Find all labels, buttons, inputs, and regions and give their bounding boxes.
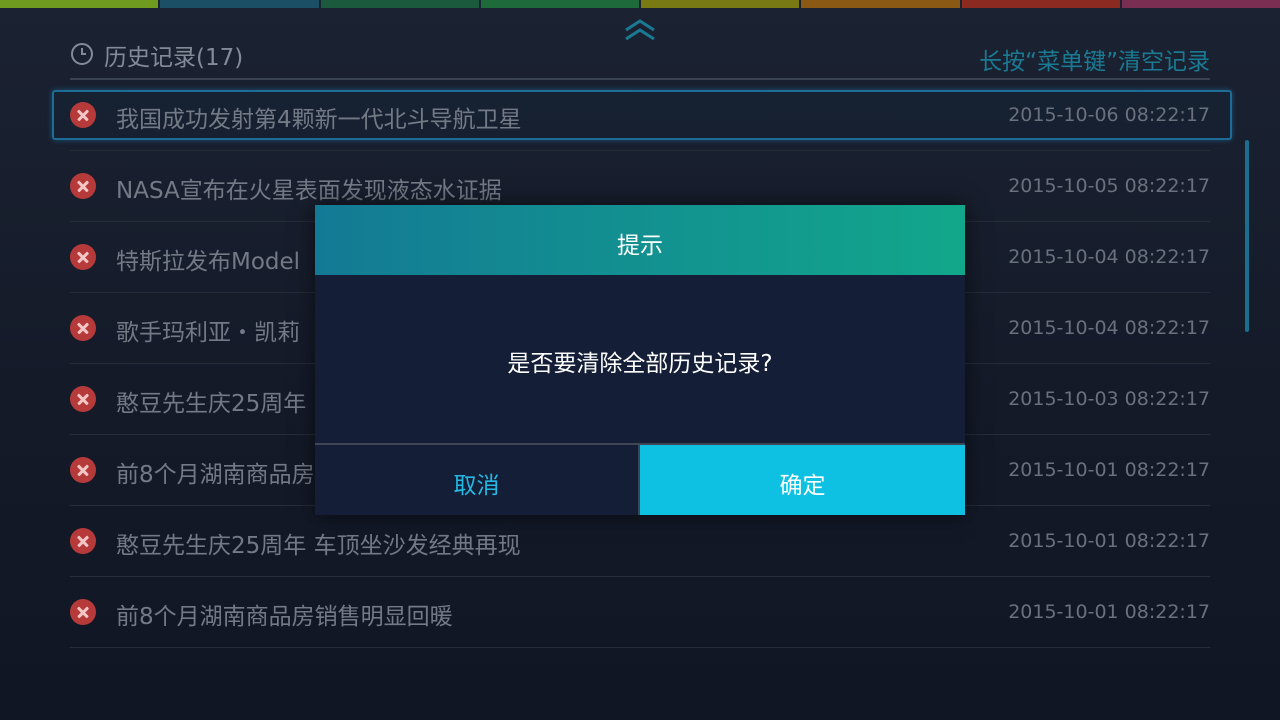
list-item[interactable]: 我国成功发射第4颗新一代北斗导航卫星 2015-10-06 08:22:17 [70, 80, 1210, 151]
category-tab[interactable] [801, 0, 960, 8]
delete-icon[interactable] [70, 528, 96, 554]
item-title: 前8个月湖南商品房销售明显回暖 [116, 604, 453, 630]
dialog-header: 提示 [315, 205, 965, 275]
delete-icon[interactable] [70, 599, 96, 625]
category-tab-strip [0, 0, 1280, 8]
category-tab[interactable] [480, 0, 639, 8]
delete-icon[interactable] [70, 457, 96, 483]
confirm-dialog: 提示 是否要清除全部历史记录? 取消 确定 [315, 205, 965, 515]
item-title: 我国成功发射第4颗新一代北斗导航卫星 [116, 107, 522, 133]
confirm-button-label: 确定 [779, 473, 826, 499]
confirm-button[interactable]: 确定 [640, 445, 965, 515]
item-title: 前8个月湖南商品房 [116, 462, 315, 488]
category-tab[interactable] [1121, 0, 1280, 8]
delete-icon[interactable] [70, 102, 96, 128]
item-time: 2015-10-01 08:22:17 [1008, 459, 1210, 481]
item-time: 2015-10-01 08:22:17 [1008, 530, 1210, 552]
category-tab[interactable] [961, 0, 1120, 8]
list-item[interactable]: 憨豆先生庆25周年 车顶坐沙发经典再现 2015-10-01 08:22:17 [70, 506, 1210, 577]
delete-icon[interactable] [70, 386, 96, 412]
dialog-title: 提示 [617, 233, 663, 259]
delete-icon[interactable] [70, 315, 96, 341]
item-title: 憨豆先生庆25周年 车顶坐沙发经典再现 [116, 533, 521, 559]
category-tab[interactable] [320, 0, 479, 8]
scrollbar[interactable] [1245, 140, 1249, 332]
item-time: 2015-10-06 08:22:17 [1008, 104, 1210, 126]
item-title: 特斯拉发布Model [116, 249, 301, 275]
clock-icon [71, 43, 93, 65]
cancel-button[interactable]: 取消 [315, 445, 640, 515]
item-title: 憨豆先生庆25周年 [116, 391, 307, 417]
item-title: 歌手玛利亚・凯莉 [116, 320, 300, 346]
delete-icon[interactable] [70, 244, 96, 270]
cancel-button-label: 取消 [453, 473, 500, 499]
history-title: 历史记录(17) [104, 45, 244, 71]
dialog-message: 是否要清除全部历史记录? [507, 351, 773, 377]
item-time: 2015-10-01 08:22:17 [1008, 601, 1210, 623]
item-time: 2015-10-05 08:22:17 [1008, 175, 1210, 197]
clear-hint: 长按“菜单键”清空记录 [979, 49, 1210, 75]
item-title: NASA宣布在火星表面发现液态水证据 [116, 178, 502, 204]
category-tab[interactable] [0, 0, 159, 8]
category-tab[interactable] [641, 0, 800, 8]
history-header: 历史记录(17) 长按“菜单键”清空记录 [70, 36, 1210, 80]
category-tab[interactable] [160, 0, 319, 8]
item-time: 2015-10-04 08:22:17 [1008, 317, 1210, 339]
delete-icon[interactable] [70, 173, 96, 199]
item-time: 2015-10-04 08:22:17 [1008, 246, 1210, 268]
item-time: 2015-10-03 08:22:17 [1008, 388, 1210, 410]
list-item[interactable]: 前8个月湖南商品房销售明显回暖 2015-10-01 08:22:17 [70, 577, 1210, 648]
